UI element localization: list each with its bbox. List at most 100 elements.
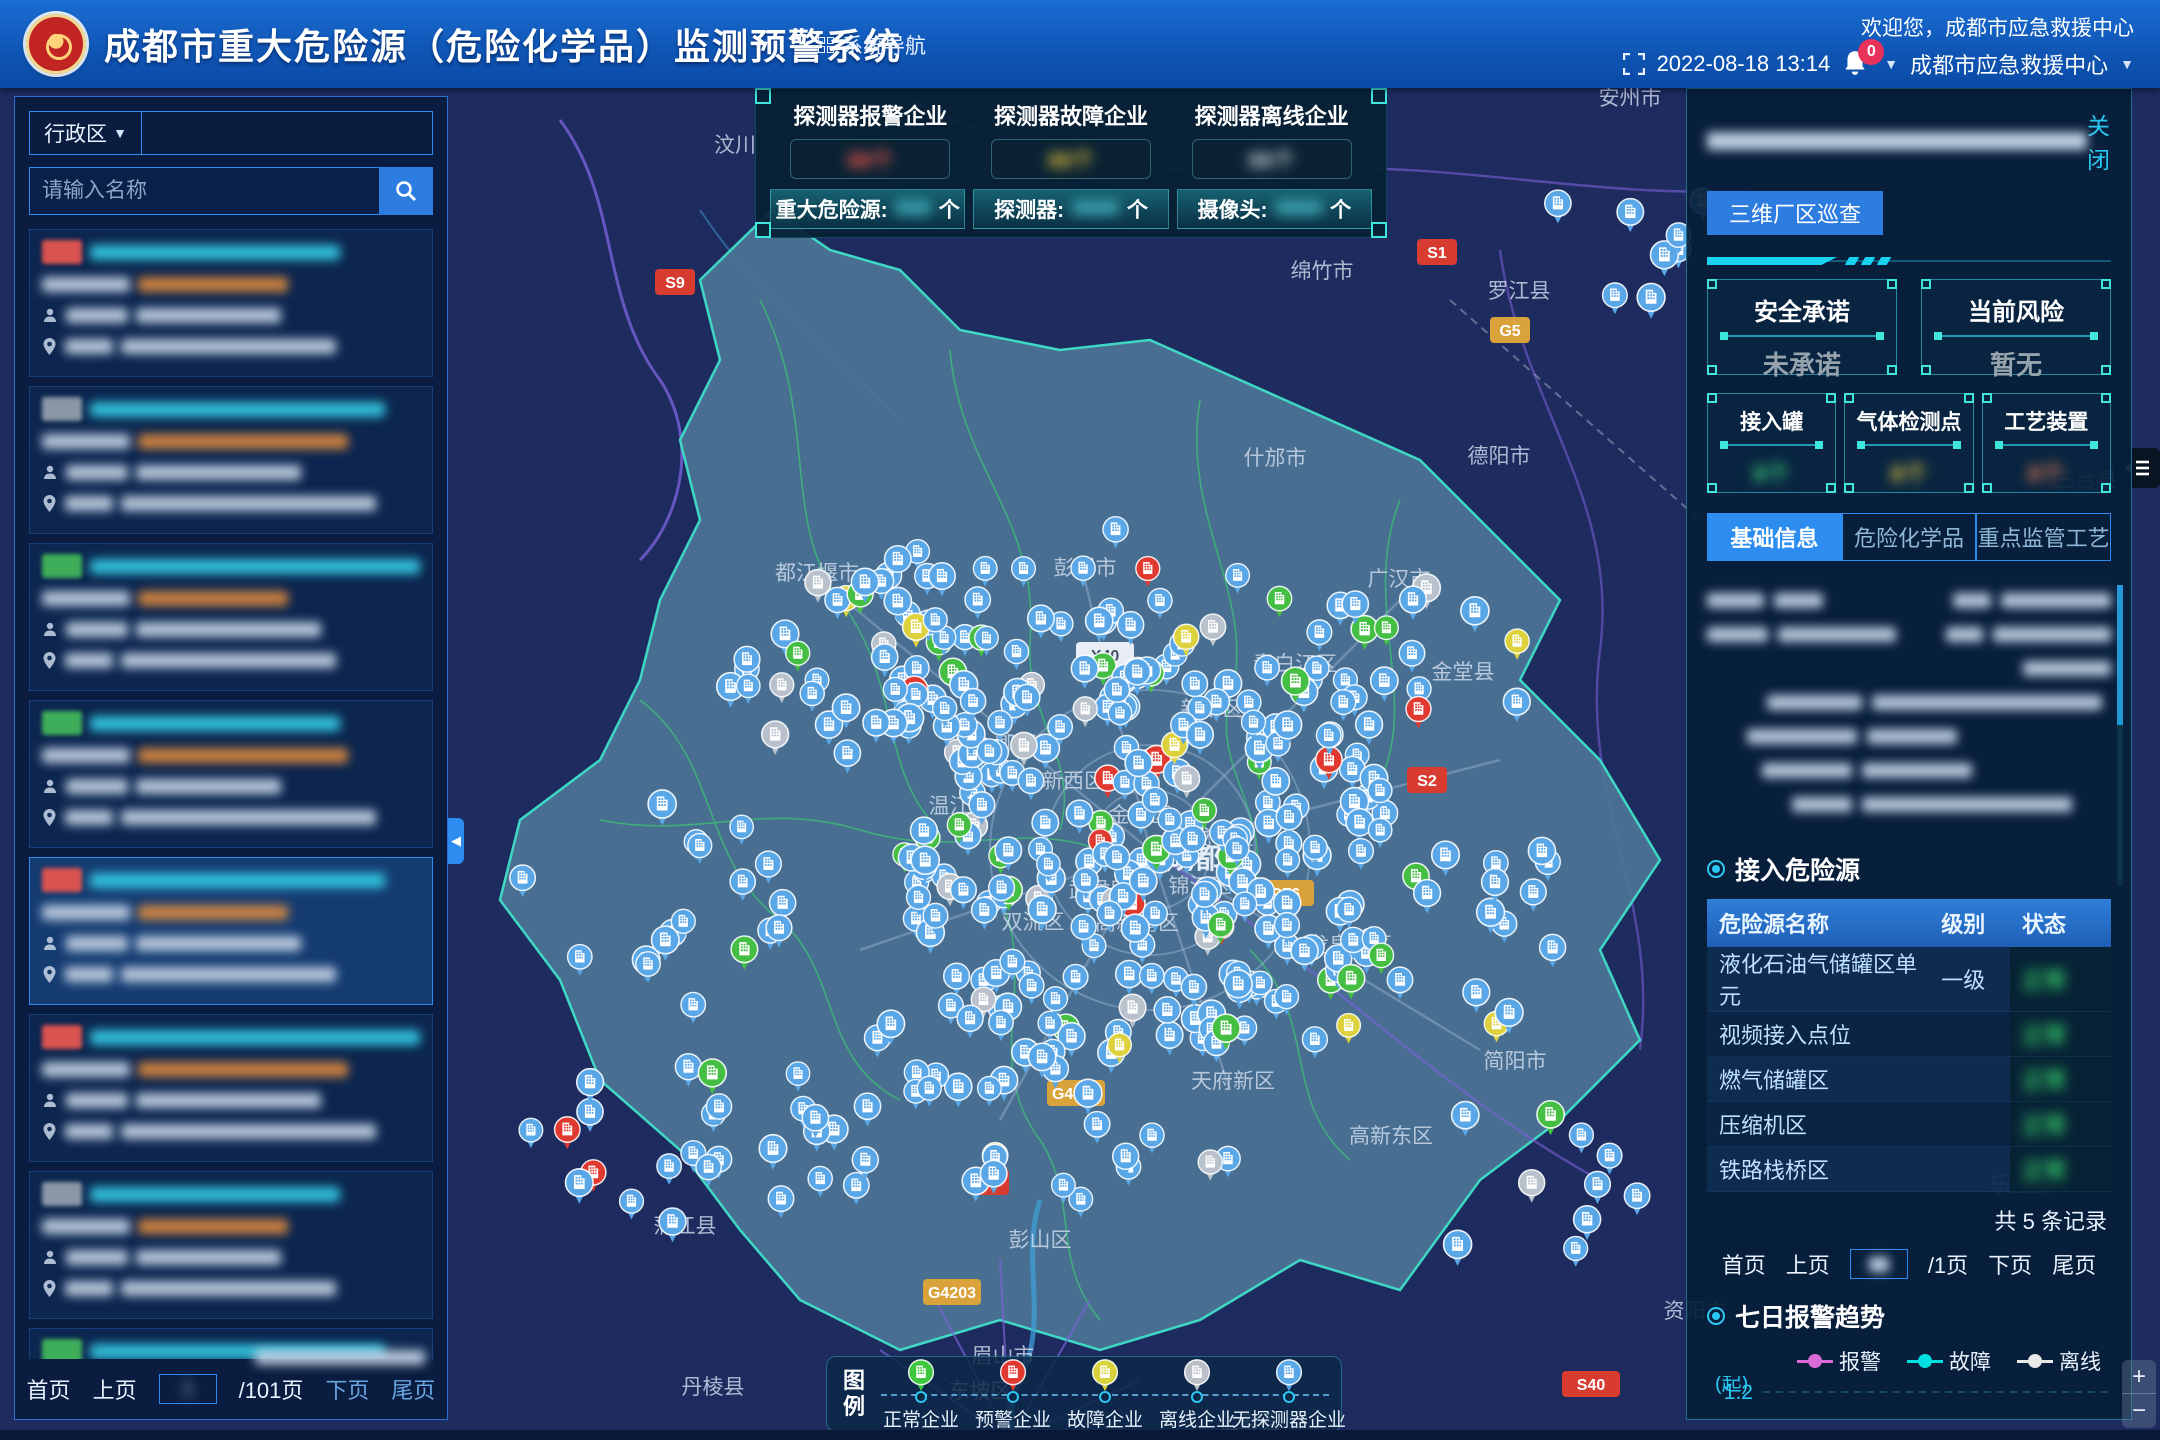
current-risk-box: 当前风险 暂无 [1921, 279, 2111, 375]
notification-bell[interactable]: 0 [1842, 49, 1872, 79]
status-tag-blurred [42, 868, 82, 892]
close-button[interactable]: 关闭 [2087, 107, 2111, 175]
company-card[interactable] [29, 386, 433, 534]
district-select[interactable]: 行政区▼ [30, 112, 142, 154]
stat-value-blurred: 88个 [991, 139, 1151, 179]
asset-counter: 探测器:8888个 [973, 189, 1168, 229]
stat-value-blurred: 88个 [790, 139, 950, 179]
zoom-in-button[interactable]: + [2122, 1360, 2156, 1394]
detector-stat: 探测器故障企业88个 [971, 99, 1172, 179]
map-legend-item: 预警企业 [967, 1357, 1059, 1432]
svg-text:(起): (起) [1715, 1376, 1748, 1395]
svg-text:安州市: 安州市 [1599, 87, 1662, 110]
status-value-blurred: 正常 [2022, 1158, 2066, 1183]
trend-legend: 报警故障离线 [1717, 1346, 2101, 1376]
zoom-out-button[interactable]: − [2122, 1394, 2156, 1428]
3d-patrol-button[interactable]: 三维厂区巡查 [1707, 191, 1883, 235]
trend-chart: 00.30.60.91.2(起)8-128-138-148-158-168-17… [1707, 1376, 2111, 1420]
company-card[interactable] [29, 700, 433, 848]
svg-text:0.9: 0.9 [1724, 1416, 1753, 1421]
svg-text:什邡市: 什邡市 [1244, 447, 1307, 470]
page-last[interactable]: 尾页 [391, 1373, 435, 1405]
sidebar-collapse-handle[interactable]: ◀ [448, 818, 464, 864]
legend-item-报警[interactable]: 报警 [1797, 1346, 1881, 1376]
page-input[interactable]: 1 [159, 1374, 217, 1404]
hz-page-next[interactable]: 下页 [1988, 1248, 2032, 1280]
trend-section-title: 七日报警趋势 [1735, 1298, 1885, 1334]
asset-counter: 摄像头:8888个 [1177, 189, 1372, 229]
page-next[interactable]: 下页 [325, 1373, 369, 1405]
svg-text:金堂县: 金堂县 [1432, 661, 1495, 684]
svg-text:德阳市: 德阳市 [1468, 445, 1531, 468]
detector-company-stats: 探测器报警企业88个探测器故障企业88个探测器离线企业88个 [770, 99, 1372, 179]
location-icon [42, 338, 57, 355]
map-legend-item: 离线企业 [1151, 1357, 1243, 1432]
hz-page-last[interactable]: 尾页 [2052, 1248, 2096, 1280]
bell-caret-icon[interactable]: ▼ [1884, 56, 1898, 72]
status-tag-blurred [42, 1182, 82, 1206]
search-input[interactable] [29, 167, 379, 215]
person-icon [42, 307, 58, 323]
section-bullet-icon [1707, 1307, 1725, 1325]
system-nav-menu[interactable]: 系统导航 [818, 30, 926, 60]
hazard-table-row[interactable]: 压缩机区正常 [1707, 1102, 2111, 1147]
location-icon [42, 809, 57, 826]
svg-text:绵竹市: 绵竹市 [1291, 260, 1354, 283]
page-first[interactable]: 首页 [27, 1373, 71, 1405]
svg-text:S40: S40 [1577, 1377, 1606, 1394]
org-name[interactable]: 成都市应急救援中心 [1910, 48, 2108, 80]
notification-badge: 0 [1858, 39, 1884, 65]
tab-0[interactable]: 基础信息 [1707, 513, 1842, 561]
person-icon [42, 464, 58, 480]
company-card[interactable] [29, 1171, 433, 1319]
search-button[interactable] [379, 167, 433, 215]
stat-value-blurred: 88个 [1192, 139, 1352, 179]
location-icon [42, 966, 57, 983]
company-card[interactable] [29, 857, 433, 1005]
hazard-table-row[interactable]: 铁路栈桥区正常 [1707, 1147, 2111, 1192]
status-value-blurred: 正常 [2022, 1113, 2066, 1138]
record-summary-blurred [255, 1349, 425, 1367]
facility-stat-box: 工艺装置8个 [1982, 393, 2111, 493]
tab-2[interactable]: 重点监管工艺 [1976, 513, 2111, 561]
location-icon [42, 495, 57, 512]
legend-item-离线[interactable]: 离线 [2017, 1346, 2101, 1376]
emblem-logo [26, 14, 86, 74]
company-card[interactable] [29, 229, 433, 377]
map-legend-item: 无探测器企业 [1243, 1357, 1335, 1432]
hz-page-input[interactable] [1850, 1249, 1908, 1279]
map-legend-panel: 图例 正常企业预警企业故障企业离线企业无探测器企业 [826, 1356, 1342, 1432]
company-card[interactable] [29, 543, 433, 691]
fullscreen-icon[interactable] [1623, 53, 1645, 75]
page-prev[interactable]: 上页 [93, 1373, 137, 1405]
hazard-table-row[interactable]: 燃气储罐区正常 [1707, 1057, 2111, 1102]
legend-title: 图例 [843, 1368, 865, 1420]
hazard-table-row[interactable]: 液化石油气储罐区单元一级正常 [1707, 947, 2111, 1012]
hz-page-total: /1页 [1928, 1248, 1968, 1280]
district-value-field[interactable] [142, 112, 432, 154]
svg-text:高新东区: 高新东区 [1349, 1125, 1433, 1148]
hz-page-prev[interactable]: 上页 [1786, 1248, 1830, 1280]
svg-text:彭山区: 彭山区 [1009, 1229, 1072, 1252]
person-icon [42, 1249, 58, 1265]
section-bullet-icon [1707, 860, 1725, 878]
svg-text:丹棱县: 丹棱县 [682, 1376, 745, 1399]
hazard-pagination: 首页 上页 /1页 下页 尾页 [1707, 1248, 2111, 1280]
sidebar-pagination: 首页 上页 1 /101页 下页 尾页 [15, 1373, 447, 1405]
company-list-panel: 行政区▼ 首页 上页 1 /101页 下页 尾页 [14, 96, 448, 1420]
app-root: 汶川安州市绵竹市罗江县什邡市德阳市广汉市金堂县青白江区新都区郫都区都江堰市彭州市… [0, 0, 2160, 1440]
company-card[interactable] [29, 1014, 433, 1162]
info-scrollbar[interactable] [2117, 585, 2123, 885]
status-tag-blurred [42, 1025, 82, 1049]
hazard-record-count: 共 5 条记录 [1711, 1204, 2107, 1236]
risk-value: 暂无 [1922, 345, 2110, 382]
legend-item-故障[interactable]: 故障 [1907, 1346, 1991, 1376]
facility-stat-box: 气体检测点8个 [1844, 393, 1973, 493]
hazard-table-row[interactable]: 视频接入点位正常 [1707, 1012, 2111, 1057]
svg-text:罗江县: 罗江县 [1488, 280, 1551, 303]
hz-page-first[interactable]: 首页 [1722, 1248, 1766, 1280]
status-tag-blurred [42, 554, 82, 578]
tab-1[interactable]: 危险化学品 [1842, 513, 1977, 561]
stats-panel: 探测器报警企业88个探测器故障企业88个探测器离线企业88个 重大危险源:888… [755, 88, 1387, 238]
org-caret-icon[interactable]: ▼ [2120, 56, 2134, 72]
